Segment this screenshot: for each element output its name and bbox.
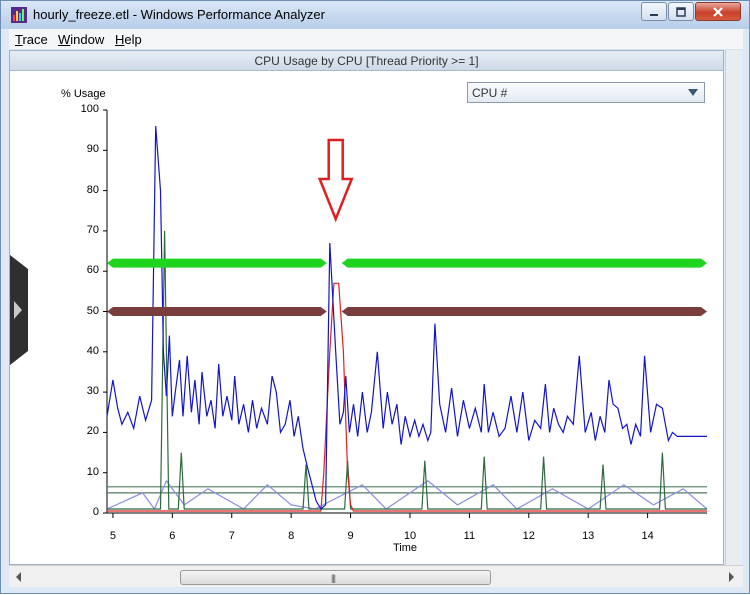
highlight-band (341, 258, 707, 268)
scroll-thumb[interactable]: ||| (180, 570, 491, 585)
series-line (106, 479, 708, 511)
app-window: hourly_freeze.etl - Windows Performance … (0, 0, 750, 594)
highlight-band (107, 307, 327, 316)
grip-icon: ||| (331, 573, 336, 583)
series-line (107, 230, 707, 510)
down-arrow-icon (317, 138, 354, 223)
highlight-band (341, 307, 707, 316)
highlight-band (107, 258, 327, 268)
horizontal-scrollbar[interactable]: ||| (9, 565, 743, 587)
scroll-right-icon[interactable] (723, 569, 739, 585)
scroll-left-icon[interactable] (11, 569, 27, 585)
cpu-usage-chart[interactable] (1, 1, 750, 595)
series-line (106, 126, 707, 510)
